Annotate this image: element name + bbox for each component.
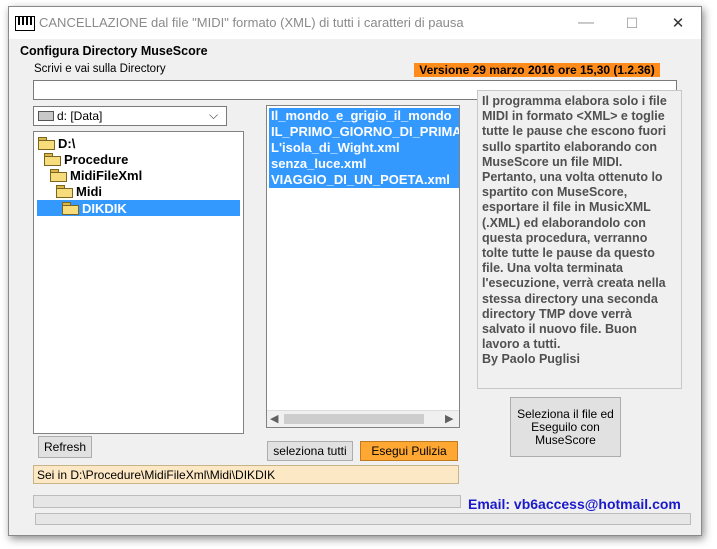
execute-cleanup-button[interactable]: Esegui Pulizia	[360, 441, 458, 461]
tree-node-label: Midi	[76, 183, 102, 199]
tree-node-selected[interactable]: DIKDIK	[37, 200, 240, 216]
list-item[interactable]: senza_luce.xml	[269, 156, 459, 172]
progress-bar-secondary	[35, 513, 691, 525]
email-label: Email: vb6access@hotmail.com	[468, 496, 681, 512]
tree-node[interactable]: D:\	[38, 135, 75, 151]
list-item[interactable]: IL_PRIMO_GIORNO_DI_PRIMAVERA	[269, 124, 459, 140]
app-window: CANCELLAZIONE dal file "MIDI" formato (X…	[8, 6, 702, 536]
progress-bar	[33, 495, 461, 508]
tree-node-label: MidiFileXml	[70, 167, 143, 183]
maximize-icon: ☐	[625, 14, 639, 31]
maximize-button[interactable]: ☐	[609, 7, 655, 39]
tree-node[interactable]: Procedure	[44, 151, 128, 167]
window-title: CANCELLAZIONE dal file "MIDI" formato (X…	[39, 15, 464, 30]
tree-node[interactable]: Midi	[56, 183, 102, 199]
current-path-status: Sei in D:\Procedure\MidiFileXml\Midi\DIK…	[33, 465, 459, 484]
select-all-button[interactable]: seleziona tutti	[267, 441, 353, 461]
list-item[interactable]: VIAGGIO_DI_UN_POETA.xml	[269, 172, 459, 188]
close-button[interactable]: ✕	[655, 7, 701, 39]
config-heading: Configura Directory MuseScore	[20, 44, 208, 58]
folder-open-icon	[62, 202, 79, 215]
directory-tree[interactable]: D:\ Procedure MidiFileXml Midi DIKDIK	[33, 131, 244, 434]
close-icon: ✕	[671, 15, 685, 32]
drive-icon	[38, 111, 54, 121]
run-musescore-button[interactable]: Seleziona il file ed Eseguilo con MuseSc…	[510, 397, 621, 457]
tree-node-label: D:\	[58, 135, 76, 151]
scroll-left-icon: ◀	[270, 413, 279, 425]
file-list[interactable]: Il_mondo_e_grigio_il_mondo IL_PRIMO_GIOR…	[266, 105, 460, 428]
horizontal-scrollbar[interactable]: ◀ ▶	[267, 410, 459, 427]
piano-icon	[15, 16, 35, 31]
folder-open-icon	[44, 153, 61, 166]
info-panel: Il programma elabora solo i file MIDI in…	[477, 90, 682, 389]
chevron-down-icon: ⌵	[209, 108, 219, 122]
minimize-button[interactable]: —	[563, 7, 609, 39]
title-bar[interactable]: CANCELLAZIONE dal file "MIDI" formato (X…	[9, 7, 701, 39]
drive-select-value: d: [Data]	[57, 109, 103, 123]
tree-node-label: Procedure	[64, 151, 129, 167]
scrollbar-thumb[interactable]	[284, 414, 424, 424]
list-item[interactable]: Il_mondo_e_grigio_il_mondo	[269, 108, 459, 124]
list-item[interactable]: L'isola_di_Wight.xml	[269, 140, 459, 156]
version-label: Versione 29 marzo 2016 ore 15,30 (1.2.36…	[414, 63, 660, 77]
directory-label: Scrivi e vai sulla Directory	[34, 63, 166, 75]
refresh-button[interactable]: Refresh	[38, 436, 92, 458]
tree-node[interactable]: MidiFileXml	[50, 167, 142, 183]
folder-open-icon	[50, 169, 67, 182]
minimize-icon: —	[578, 14, 594, 31]
folder-open-icon	[38, 137, 55, 150]
drive-select[interactable]: d: [Data] ⌵	[33, 106, 227, 126]
tree-node-label: DIKDIK	[82, 200, 127, 216]
folder-open-icon	[56, 185, 73, 198]
scroll-right-icon: ▶	[445, 413, 454, 425]
